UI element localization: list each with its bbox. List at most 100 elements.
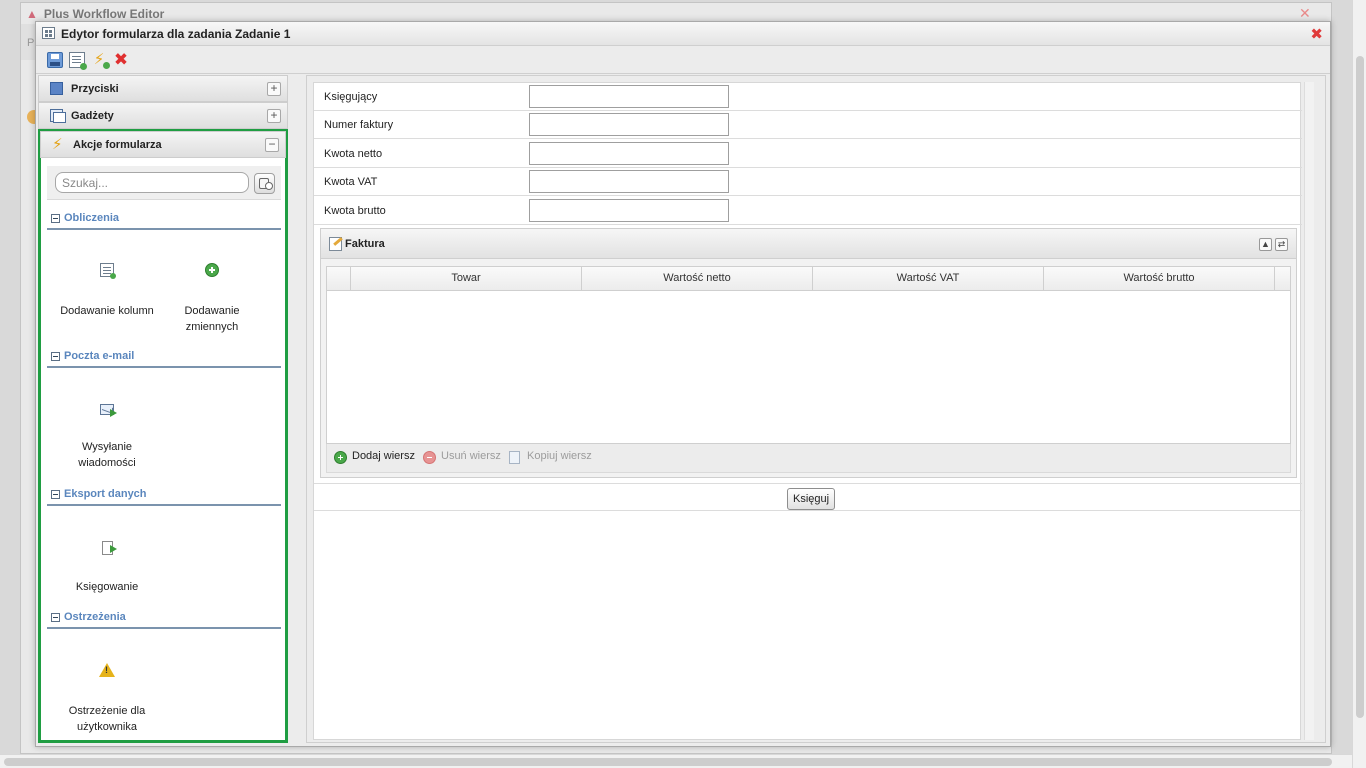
- accordion-section-gadgets[interactable]: Gadżety +: [38, 102, 288, 129]
- form-actions-panel: ⚡ Akcje formularza − Obliczenia Dodawani…: [38, 129, 288, 743]
- category-label: Poczta e-mail: [64, 350, 135, 362]
- column-header[interactable]: Wartość brutto: [1044, 267, 1275, 290]
- expand-icon[interactable]: +: [267, 82, 281, 96]
- gross-amount-input[interactable]: [529, 199, 729, 222]
- save-icon[interactable]: [47, 52, 63, 68]
- scrollbar-thumb[interactable]: [4, 758, 1332, 766]
- accordion-section-form-actions[interactable]: ⚡ Akcje formularza −: [40, 131, 286, 158]
- post-button[interactable]: Księguj: [787, 488, 836, 510]
- collapse-category-icon[interactable]: [51, 490, 60, 499]
- components-accordion: Przyciski + Gadżety + ⚡ Akcje formularza…: [36, 75, 290, 747]
- warning-icon: [99, 663, 115, 677]
- background-close-icon[interactable]: ✕: [1299, 5, 1311, 22]
- action-label: Dodawanie zmiennych: [184, 305, 240, 333]
- invoice-panel-header: Faktura ▲ ⇄: [321, 229, 1296, 259]
- submit-row: Księguj: [314, 483, 1302, 511]
- accordion-section-label: Gadżety: [71, 110, 114, 122]
- copy-icon: [509, 451, 520, 464]
- search-options-icon[interactable]: [254, 173, 275, 194]
- collapse-category-icon[interactable]: [51, 214, 60, 223]
- collapse-category-icon[interactable]: [51, 352, 60, 361]
- dialog-title: Edytor formularza dla zadania Zadanie 1: [61, 27, 291, 41]
- category-data-export: Eksport danych: [47, 486, 281, 506]
- field-label: Księgujący: [324, 91, 378, 103]
- field-label: Kwota VAT: [324, 176, 378, 188]
- copy-row-label: Kopiuj wiersz: [527, 450, 592, 462]
- form-designer-area: Księgujący Numer faktury Kwota netto Kwo…: [306, 75, 1326, 743]
- category-warnings: Ostrzeżenia: [47, 609, 281, 629]
- category-email: Poczta e-mail: [47, 348, 281, 368]
- accordion-section-label: Akcje formularza: [73, 139, 162, 151]
- copy-row-button[interactable]: Kopiuj wiersz: [509, 450, 592, 464]
- collapse-category-icon[interactable]: [51, 613, 60, 622]
- export-icon: [101, 541, 117, 555]
- page-vertical-scrollbar[interactable]: [1352, 0, 1366, 768]
- category-header[interactable]: Obliczenia: [47, 210, 281, 230]
- category-header[interactable]: Eksport danych: [47, 486, 281, 506]
- expand-icon[interactable]: +: [267, 109, 281, 123]
- page-horizontal-scrollbar[interactable]: [0, 754, 1352, 768]
- background-window-title: ▲ Plus Workflow Editor: [26, 7, 164, 21]
- action-add-columns[interactable]: Dodawanie kolumn: [52, 263, 162, 319]
- category-label: Eksport danych: [64, 488, 147, 500]
- buttons-icon: [50, 82, 63, 95]
- form-row: Kwota VAT: [314, 168, 1302, 196]
- category-header[interactable]: Poczta e-mail: [47, 348, 281, 368]
- remove-icon: [423, 451, 436, 464]
- form-row: Kwota brutto: [314, 197, 1302, 225]
- background-window-title-text: Plus Workflow Editor: [43, 7, 165, 21]
- edit-form-icon: [329, 237, 342, 251]
- vat-amount-input[interactable]: [529, 170, 729, 193]
- add-row-label: Dodaj wiersz: [352, 450, 415, 462]
- action-add-variables[interactable]: Dodawanie zmiennych: [157, 263, 267, 335]
- field-label: Numer faktury: [324, 119, 394, 131]
- gadgets-icon: [50, 109, 66, 123]
- action-label: Wysyłanie wiadomości: [78, 441, 136, 469]
- form-canvas: Księgujący Numer faktury Kwota netto Kwo…: [313, 82, 1302, 740]
- column-header[interactable]: Wartość VAT: [813, 267, 1044, 290]
- add-variable-icon: [205, 263, 219, 277]
- add-form-field-icon[interactable]: [69, 52, 87, 70]
- dialog-header[interactable]: Edytor formularza dla zadania Zadanie 1 …: [36, 22, 1330, 46]
- invoice-grid-panel: Faktura ▲ ⇄ Towar Wartość netto Wartość …: [320, 228, 1297, 478]
- delete-icon[interactable]: ✖: [113, 51, 129, 68]
- close-icon[interactable]: ✖: [1310, 25, 1323, 43]
- form-editor-icon: [42, 27, 55, 39]
- collapse-up-icon[interactable]: ▲: [1259, 238, 1272, 251]
- grid-header: Towar Wartość netto Wartość VAT Wartość …: [327, 267, 1290, 291]
- refresh-icon[interactable]: ⇄: [1275, 238, 1288, 251]
- column-header[interactable]: Wartość netto: [582, 267, 813, 290]
- add-action-icon[interactable]: ⚡: [91, 52, 110, 69]
- accordion-section-label: Przyciski: [71, 83, 119, 95]
- action-posting[interactable]: Księgowanie: [52, 541, 162, 595]
- remove-row-label: Usuń wiersz: [441, 450, 501, 462]
- action-label: Dodawanie kolumn: [60, 305, 154, 317]
- form-row: Kwota netto: [314, 140, 1302, 168]
- search-bar: [47, 166, 281, 200]
- action-label: Ostrzeżenie dla użytkownika: [68, 705, 146, 733]
- accordion-section-buttons[interactable]: Przyciski +: [38, 75, 288, 102]
- scrollbar-thumb[interactable]: [1356, 56, 1364, 718]
- category-calculations: Obliczenia: [47, 210, 281, 230]
- invoice-panel-title: Faktura: [345, 238, 385, 250]
- remove-row-button[interactable]: Usuń wiersz: [423, 450, 501, 464]
- editor-toolbar: ⚡ ✖: [36, 46, 1330, 74]
- collapse-icon[interactable]: −: [265, 138, 279, 152]
- column-header[interactable]: Towar: [351, 267, 582, 290]
- category-label: Ostrzeżenia: [64, 611, 126, 623]
- action-user-warning[interactable]: Ostrzeżenie dla użytkownika: [52, 663, 162, 735]
- invoice-number-input[interactable]: [529, 113, 729, 136]
- search-input[interactable]: [55, 172, 249, 193]
- add-row-button[interactable]: Dodaj wiersz: [334, 450, 415, 464]
- field-label: Kwota netto: [324, 148, 383, 160]
- canvas-scrollbar[interactable]: [1304, 82, 1314, 740]
- category-header[interactable]: Ostrzeżenia: [47, 609, 281, 629]
- bookkeeper-input[interactable]: [529, 85, 729, 108]
- invoice-grid: Towar Wartość netto Wartość VAT Wartość …: [326, 266, 1291, 444]
- action-send-message[interactable]: Wysyłanie wiadomości: [52, 402, 162, 471]
- action-label: Księgowanie: [75, 581, 139, 593]
- net-amount-input[interactable]: [529, 142, 729, 165]
- form-row: Księgujący: [314, 83, 1302, 111]
- row-number-column: [327, 267, 351, 290]
- send-mail-icon: [100, 404, 117, 417]
